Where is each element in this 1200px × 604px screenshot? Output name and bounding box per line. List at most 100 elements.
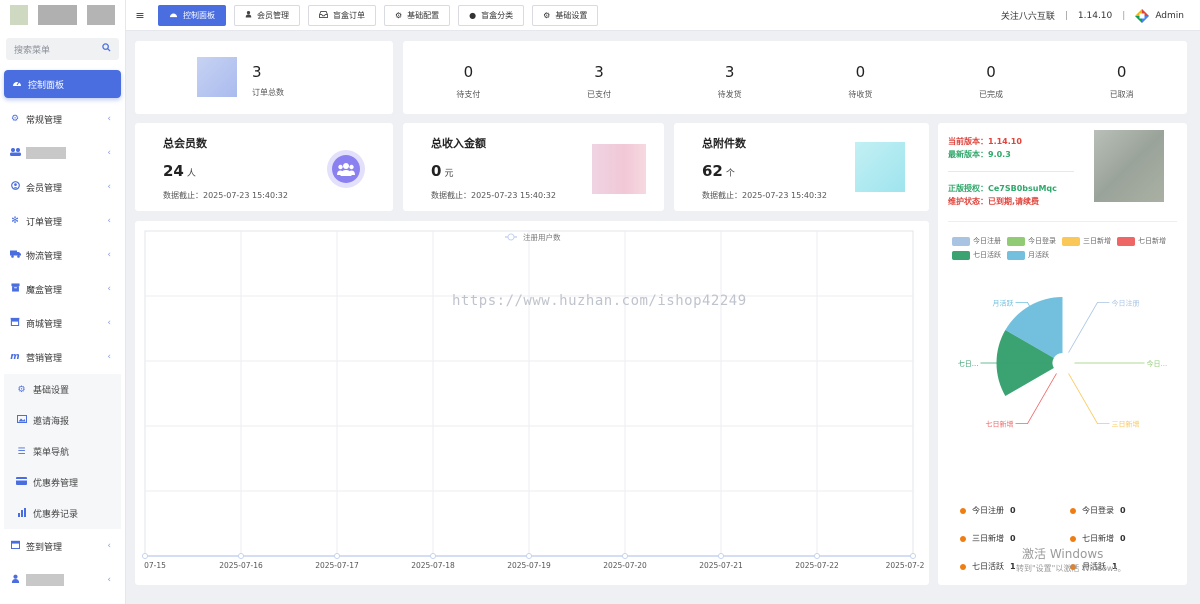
registration-line-chart-card: 07-15 2025-07-16 2025-07-17 2025-07-18 2025-… (135, 221, 929, 585)
sidebar-item-blurred[interactable]: ‹ (0, 136, 125, 170)
sidebar-search[interactable]: 搜索菜单 (6, 38, 119, 60)
orders-image-blurred (197, 57, 237, 97)
tab-blindbox-category[interactable]: ● 盲盒分类 (458, 4, 525, 26)
chevron-left-icon: ‹ (107, 250, 111, 260)
value-number: 62 (702, 162, 723, 180)
tab-label: 控制面板 (183, 10, 215, 20)
sidebar-subitem-invite-poster[interactable]: 邀请海报 (4, 405, 121, 436)
legend-item[interactable]: 月活跃 (1007, 250, 1049, 260)
order-status-card: 0 待支付 3 已支付 3 待发货 0 待收货 0 已完成 0 已取消 (403, 41, 1187, 114)
marketing-icon: m (10, 352, 20, 362)
data-point[interactable] (142, 553, 148, 559)
pie-total-value: 0 (1120, 506, 1126, 515)
legend-label: 三日新增 (1083, 237, 1111, 245)
avatar[interactable]: Admin (1135, 8, 1184, 23)
sidebar-item-orders[interactable]: ✻ 订单管理 ‹ (0, 204, 125, 238)
sidebar-item-marketing[interactable]: m 营销管理 ‹ (0, 340, 125, 374)
search-input[interactable]: 搜索菜单 (14, 43, 50, 56)
sidebar-item-mall[interactable]: 商城管理 ‹ (0, 306, 125, 340)
tab-members[interactable]: 会员管理 (234, 4, 300, 26)
legend-swatch (952, 236, 970, 246)
tab-basic-config[interactable]: ⚙ 基础配置 (384, 4, 451, 26)
label: 维护状态： (948, 197, 988, 206)
sidebar-item-members[interactable]: 会员管理 ‹ (0, 170, 125, 204)
gear-icon: ⚙ (17, 384, 26, 395)
legend-item[interactable]: 今日登录 (1007, 236, 1056, 246)
windows-activation-subtitle: 转到"设置"以激活 Windows。 (1016, 564, 1126, 573)
tab-label: 基础设置 (555, 10, 588, 20)
credit-card-icon (16, 477, 27, 488)
value-number: 0 (431, 162, 442, 180)
sidebar-subitem-label: 优惠券记录 (33, 510, 79, 520)
order-status-item: 0 待支付 (403, 41, 534, 114)
data-point[interactable] (718, 553, 724, 559)
data-point[interactable] (526, 553, 532, 559)
sidebar-item-label: 签到管理 (26, 542, 63, 553)
data-point[interactable] (814, 553, 820, 559)
order-status-label: 已完成 (979, 90, 1004, 99)
search-icon[interactable] (102, 43, 111, 55)
sidebar-subitem-menu-nav[interactable]: ☰ 菜单导航 (4, 436, 121, 467)
sidebar-item-blurred-2[interactable]: ‹ (0, 563, 125, 597)
sidebar-item-general[interactable]: ⚙ 常规管理 ‹ (0, 102, 125, 136)
follow-link[interactable]: 关注八六互联 (1001, 9, 1055, 22)
order-status-value: 0 (986, 63, 996, 81)
orders-total-value: 3 (252, 63, 262, 81)
data-point[interactable] (238, 553, 244, 559)
order-status-label: 待收货 (848, 90, 873, 99)
tab-basic-settings[interactable]: ⚙ 基础设置 (532, 4, 599, 26)
sidebar-subitem-coupon-records[interactable]: 优惠券记录 (4, 498, 121, 529)
sidebar-item-label: 魔盒管理 (26, 285, 63, 296)
bullet-icon (960, 535, 966, 542)
chevron-left-icon: ‹ (107, 182, 111, 192)
pie-total-label: 三日新增 (972, 534, 1004, 543)
sidebar-subitem-basic-settings[interactable]: ⚙ 基础设置 (4, 374, 121, 405)
dashboard-icon (169, 10, 178, 20)
tab-blindbox-orders[interactable]: 盲盒订单 (308, 4, 376, 26)
sidebar-item-label-blurred (26, 147, 66, 159)
sidebar-subitem-coupon-manage[interactable]: 优惠券管理 (4, 467, 121, 498)
legend-item[interactable]: 七日活跃 (952, 250, 1001, 260)
sidebar-item-checkin[interactable]: 签到管理 ‹ (0, 529, 125, 563)
maintenance-status: 维护状态：已到期,请续费 (948, 195, 1074, 208)
order-status-value: 0 (1116, 63, 1127, 81)
shop-icon (10, 317, 20, 329)
pie-total-value: 0 (1120, 534, 1126, 543)
order-status-item: 3 待发货 (664, 41, 795, 114)
pie-slice-label: 月活跃 (993, 298, 1014, 307)
data-point[interactable] (334, 553, 340, 559)
sidebar-item-magic-box[interactable]: 魔盒管理 ‹ (0, 272, 125, 306)
card-value: 0元 (431, 162, 453, 180)
version-pie-card: 当前版本：1.14.10 最新版本：9.0.3 正版授权：Ce7SB0bsuMq… (938, 123, 1187, 585)
value: Ce7SB0bsuMqc (988, 184, 1057, 193)
order-status-value: 3 (724, 63, 735, 81)
label: 正版授权： (948, 184, 988, 193)
x-tick-label: 2025-07-20 (603, 561, 647, 570)
legend-swatch (1117, 236, 1135, 246)
order-status-label: 已取消 (1109, 90, 1134, 99)
calendar-icon (10, 540, 20, 552)
value-unit: 元 (444, 169, 454, 179)
legend-label[interactable]: 注册用户数 (523, 232, 561, 242)
data-point[interactable] (622, 553, 628, 559)
tab-label: 盲盒订单 (333, 10, 365, 20)
order-status-label: 已支付 (587, 90, 611, 99)
user-icon (10, 574, 20, 586)
pie-slice-label: 七日... (958, 359, 979, 368)
tab-dashboard[interactable]: 控制面板 (158, 4, 226, 26)
chevron-left-icon: ‹ (107, 284, 111, 294)
legend-item[interactable]: 今日注册 (952, 236, 1001, 246)
sidebar-item-dashboard[interactable]: 控制面板 (4, 70, 121, 98)
legend-item[interactable]: 三日新增 (1062, 236, 1111, 246)
chevron-left-icon: ‹ (107, 148, 111, 158)
data-point[interactable] (430, 553, 436, 559)
sidebar-item-logistics[interactable]: 物流管理 ‹ (0, 238, 125, 272)
menu-toggle-icon[interactable]: ≡ (126, 9, 154, 22)
card-title: 总会员数 (163, 137, 207, 150)
legend-item[interactable]: 七日新增 (1117, 236, 1166, 246)
card-title: 总收入金额 (431, 137, 486, 150)
pie-slice-label: 今日注册 (1112, 298, 1140, 307)
data-point[interactable] (910, 553, 916, 559)
pie-slice-label: 三日新增 (1112, 420, 1140, 429)
sidebar-item-label: 常规管理 (26, 115, 63, 126)
